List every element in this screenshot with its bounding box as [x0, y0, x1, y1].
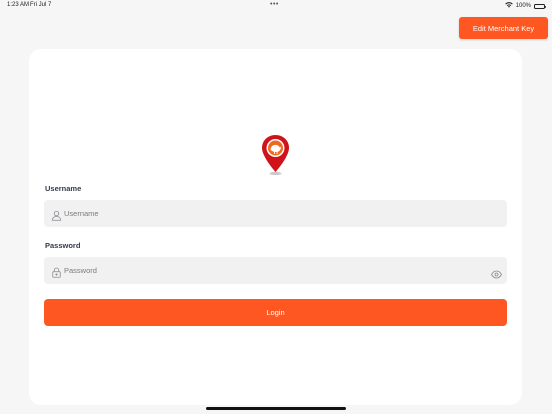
map-pin-logo-icon — [261, 134, 290, 176]
status-time: 1:23 AM — [7, 2, 30, 8]
eye-icon[interactable] — [491, 266, 502, 279]
wifi-icon — [504, 2, 513, 10]
username-input[interactable] — [64, 200, 484, 227]
username-label: Username — [45, 184, 82, 193]
user-icon — [51, 208, 62, 221]
lock-icon — [51, 265, 62, 278]
edit-merchant-key-button[interactable]: Edit Merchant Key — [459, 17, 548, 39]
status-date: Fri Jul 7 — [30, 2, 52, 8]
password-label: Password — [45, 241, 81, 250]
home-indicator[interactable] — [206, 407, 346, 410]
status-bar: 1:23 AM Fri Jul 7 ••• 100% — [0, 0, 552, 12]
battery-icon — [534, 3, 546, 9]
username-field — [44, 200, 507, 227]
login-button[interactable]: Login — [44, 299, 507, 326]
battery-percent: 100% — [515, 3, 531, 9]
login-card — [29, 49, 522, 405]
password-field — [44, 257, 507, 284]
status-indicators: 100% — [504, 2, 546, 10]
password-input[interactable] — [64, 257, 484, 284]
multitasking-dots[interactable]: ••• — [270, 1, 279, 8]
